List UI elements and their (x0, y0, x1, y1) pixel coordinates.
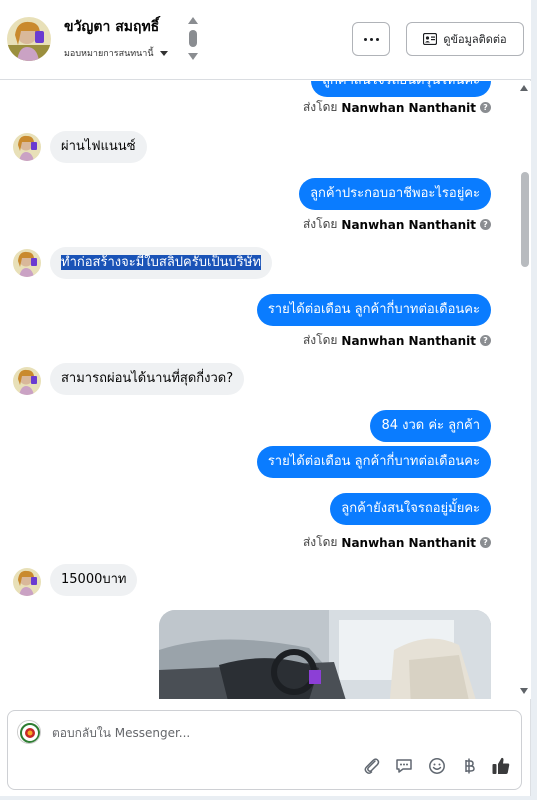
message-bubble-incoming[interactable]: สามารถผ่อนได้นานที่สุดกี่งวด? (50, 363, 245, 395)
sent-by-info: ส่งโดย Nanwhan Nanthanit ? (303, 215, 491, 234)
sent-by-prefix: ส่งโดย (302, 100, 338, 114)
sent-by-info: ส่งโดย Nanwhan Nanthanit ? (303, 331, 491, 350)
message-bubble-outgoing[interactable]: 84 งวด ค่ะ ลูกค้า (370, 410, 491, 442)
car-interior-photo[interactable] (159, 610, 491, 699)
message-avatar (13, 367, 41, 395)
view-contact-button[interactable]: ดูข้อมูลติดต่อ (406, 22, 524, 56)
help-icon[interactable]: ? (480, 102, 491, 113)
more-options-button[interactable] (352, 22, 390, 56)
baht-icon[interactable] (458, 755, 480, 777)
sent-by-prefix: ส่งโดย (302, 333, 338, 347)
scrollbar-thumb[interactable] (521, 172, 529, 267)
thumbs-up-icon[interactable] (490, 755, 512, 777)
sent-by-name: Nanwhan Nanthanit (341, 535, 476, 550)
message-bubble-outgoing[interactable]: รายได้ต่อเดือน ลูกค้ากี่บาทต่อเดือนคะ (256, 294, 491, 326)
conversation-header: ขวัญตา สมฤทธิ์ มอบหมายการสนทนานี้ ดูข้อม… (0, 0, 531, 80)
more-horizontal-icon (363, 37, 367, 41)
caret-down-icon (159, 50, 168, 56)
sent-by-prefix: ส่งโดย (302, 217, 338, 231)
contact-card-icon (423, 33, 438, 45)
sent-by-prefix: ส่งโดย (302, 535, 338, 549)
message-bubble-outgoing[interactable]: ลูกค้ายังสนใจรถอยู่มั้ยคะ (330, 493, 491, 525)
assign-label: มอบหมายการสนทนานี้ (64, 49, 154, 59)
message-avatar (13, 568, 41, 596)
reply-composer (7, 710, 522, 790)
scroll-down-arrow[interactable] (520, 688, 528, 694)
sent-by-name: Nanwhan Nanthanit (341, 100, 476, 115)
help-icon[interactable]: ? (480, 335, 491, 346)
sent-by-name: Nanwhan Nanthanit (341, 333, 476, 348)
help-icon[interactable]: ? (480, 537, 491, 548)
message-bubble-outgoing[interactable]: ลูกค้าประกอบอาชีพอะไรอยู่คะ (299, 178, 491, 210)
contact-avatar[interactable] (7, 17, 51, 61)
chevron-down-icon[interactable] (188, 53, 198, 60)
message-bubble-incoming[interactable]: 15000บาท (50, 564, 138, 596)
scroll-up-arrow[interactable] (520, 85, 528, 91)
switcher-handle (189, 30, 197, 47)
reply-input[interactable] (52, 723, 492, 743)
page-avatar (17, 720, 41, 744)
message-avatar (13, 249, 41, 277)
view-contact-label: ดูข้อมูลติดต่อ (443, 33, 507, 46)
message-bubble-incoming[interactable]: ผ่านไฟแนนซ์ (50, 131, 147, 163)
message-bubble-outgoing[interactable]: ลูกค้าสนใจรถยนต์รุ่นไหนคะ (311, 81, 491, 97)
sent-by-info: ส่งโดย Nanwhan Nanthanit ? (303, 98, 491, 117)
saved-reply-icon[interactable] (393, 755, 415, 777)
message-bubble-incoming[interactable]: ทำก่อสร้างจะมีใบสลิปครับเป็นบริษัท (50, 247, 272, 279)
help-icon[interactable]: ? (480, 219, 491, 230)
chevron-up-icon[interactable] (188, 17, 198, 24)
assign-conversation-dropdown[interactable]: มอบหมายการสนทนานี้ (64, 46, 168, 60)
selected-text: ทำก่อสร้างจะมีใบสลิปครับเป็นบริษัท (61, 255, 261, 270)
paperclip-icon[interactable] (361, 755, 383, 777)
sent-by-name: Nanwhan Nanthanit (341, 217, 476, 232)
conversation-switcher[interactable] (187, 17, 199, 63)
messenger-conversation-panel: ขวัญตา สมฤทธิ์ มอบหมายการสนทนานี้ ดูข้อม… (0, 0, 531, 796)
message-list: ลูกค้าสนใจรถยนต์รุ่นไหนคะ ส่งโดย Nanwhan… (0, 81, 531, 699)
message-avatar (13, 133, 41, 161)
contact-name: ขวัญตา สมฤทธิ์ (64, 19, 160, 35)
emoji-icon[interactable] (426, 755, 448, 777)
sent-by-info: ส่งโดย Nanwhan Nanthanit ? (303, 533, 491, 552)
message-bubble-outgoing[interactable]: รายได้ต่อเดือน ลูกค้ากี่บาทต่อเดือนคะ (256, 446, 491, 478)
